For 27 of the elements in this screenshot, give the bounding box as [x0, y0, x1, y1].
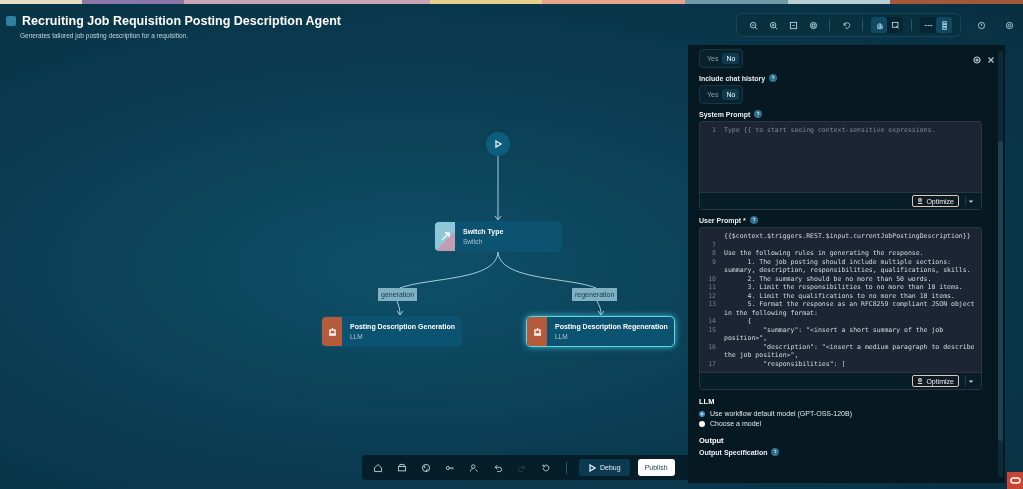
- help-icon[interactable]: [754, 110, 763, 118]
- connector-arrow: [396, 300, 404, 316]
- robot-icon: [527, 317, 547, 346]
- user-icon: [917, 378, 924, 384]
- start-node[interactable]: [486, 132, 510, 156]
- logo-icon: [1007, 472, 1023, 489]
- help-icon[interactable]: [749, 216, 758, 224]
- help-icon[interactable]: [771, 448, 780, 456]
- radio-icon[interactable]: [699, 420, 705, 427]
- code-editor[interactable]: [699, 227, 982, 390]
- user-icon: [917, 198, 924, 204]
- page-title: Recruiting Job Requisition Posting Description Agent: [22, 14, 341, 28]
- caret-icon[interactable]: [965, 196, 975, 206]
- settings-icon[interactable]: [973, 56, 981, 64]
- agent-icon: [6, 16, 16, 26]
- close-icon[interactable]: [987, 56, 995, 64]
- vertical-layout-icon[interactable]: [936, 17, 952, 33]
- caret-icon[interactable]: [965, 376, 975, 386]
- connector-arrow: [596, 300, 605, 316]
- robot-icon: [322, 317, 342, 346]
- switch-icon: [435, 222, 455, 251]
- hand-icon[interactable]: [871, 17, 887, 33]
- connector-arrow: [494, 155, 502, 221]
- play-icon: [493, 139, 503, 149]
- play-icon: [588, 463, 596, 472]
- help-icon[interactable]: [769, 74, 778, 82]
- radio-icon[interactable]: [699, 410, 705, 417]
